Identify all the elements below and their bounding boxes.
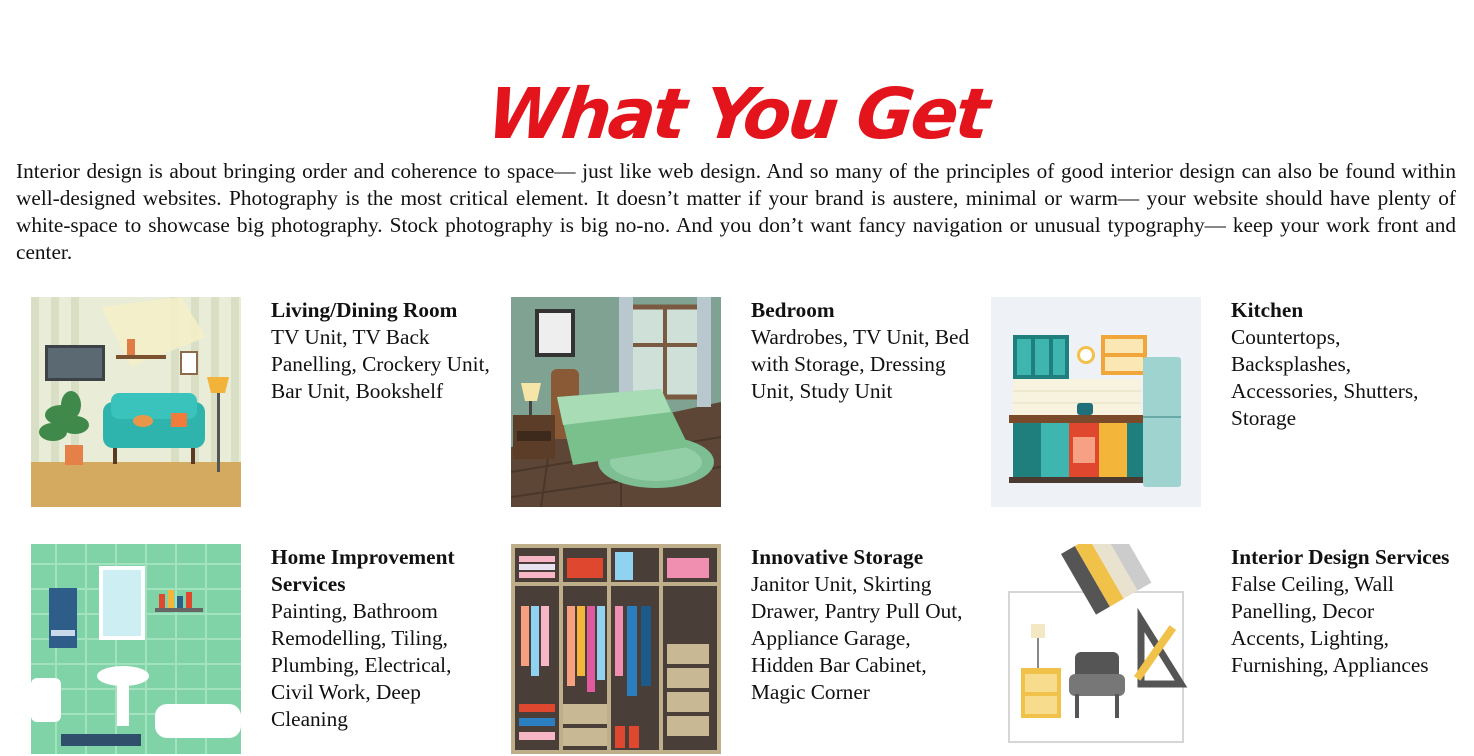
service-description: Janitor Unit, Skirting Drawer, Pantry Pu… (751, 572, 963, 704)
service-card-kitchen[interactable]: Kitchen Countertops, Backsplashes, Acces… (991, 297, 1451, 509)
service-description: Wardrobes, TV Unit, Bed with Storage, Dr… (751, 325, 970, 403)
service-title: Innovative Storage (751, 545, 924, 569)
page-title: What You Get (483, 72, 991, 155)
service-description: False Ceiling, Wall Panelling, Decor Acc… (1231, 572, 1429, 677)
service-card-home-improvement[interactable]: Home Improvement Services Painting, Bath… (31, 544, 491, 756)
service-title: Interior Design Services (1231, 545, 1450, 569)
service-description: Countertops, Backsplashes, Accessories, … (1231, 325, 1419, 430)
bathroom-illustration (31, 544, 241, 754)
service-description: Painting, Bathroom Remodelling, Tiling, … (271, 599, 452, 731)
service-title: Home Improvement Services (271, 545, 455, 596)
service-card-living-dining[interactable]: Living/Dining Room TV Unit, TV Back Pane… (31, 297, 491, 509)
wardrobe-illustration (511, 544, 721, 754)
service-description: TV Unit, TV Back Panelling, Crockery Uni… (271, 325, 490, 403)
design-tools-illustration (991, 544, 1201, 754)
service-title: Kitchen (1231, 298, 1304, 322)
service-card-interior-design[interactable]: Interior Design Services False Ceiling, … (991, 544, 1451, 756)
service-card-innovative-storage[interactable]: Innovative Storage Janitor Unit, Skirtin… (511, 544, 971, 756)
living-room-illustration (31, 297, 241, 507)
service-card-bedroom[interactable]: Bedroom Wardrobes, TV Unit, Bed with Sto… (511, 297, 971, 509)
service-title: Bedroom (751, 298, 835, 322)
bedroom-illustration (511, 297, 721, 507)
intro-paragraph: Interior design is about bringing order … (16, 159, 1456, 264)
kitchen-illustration (991, 297, 1201, 507)
service-title: Living/Dining Room (271, 298, 458, 322)
